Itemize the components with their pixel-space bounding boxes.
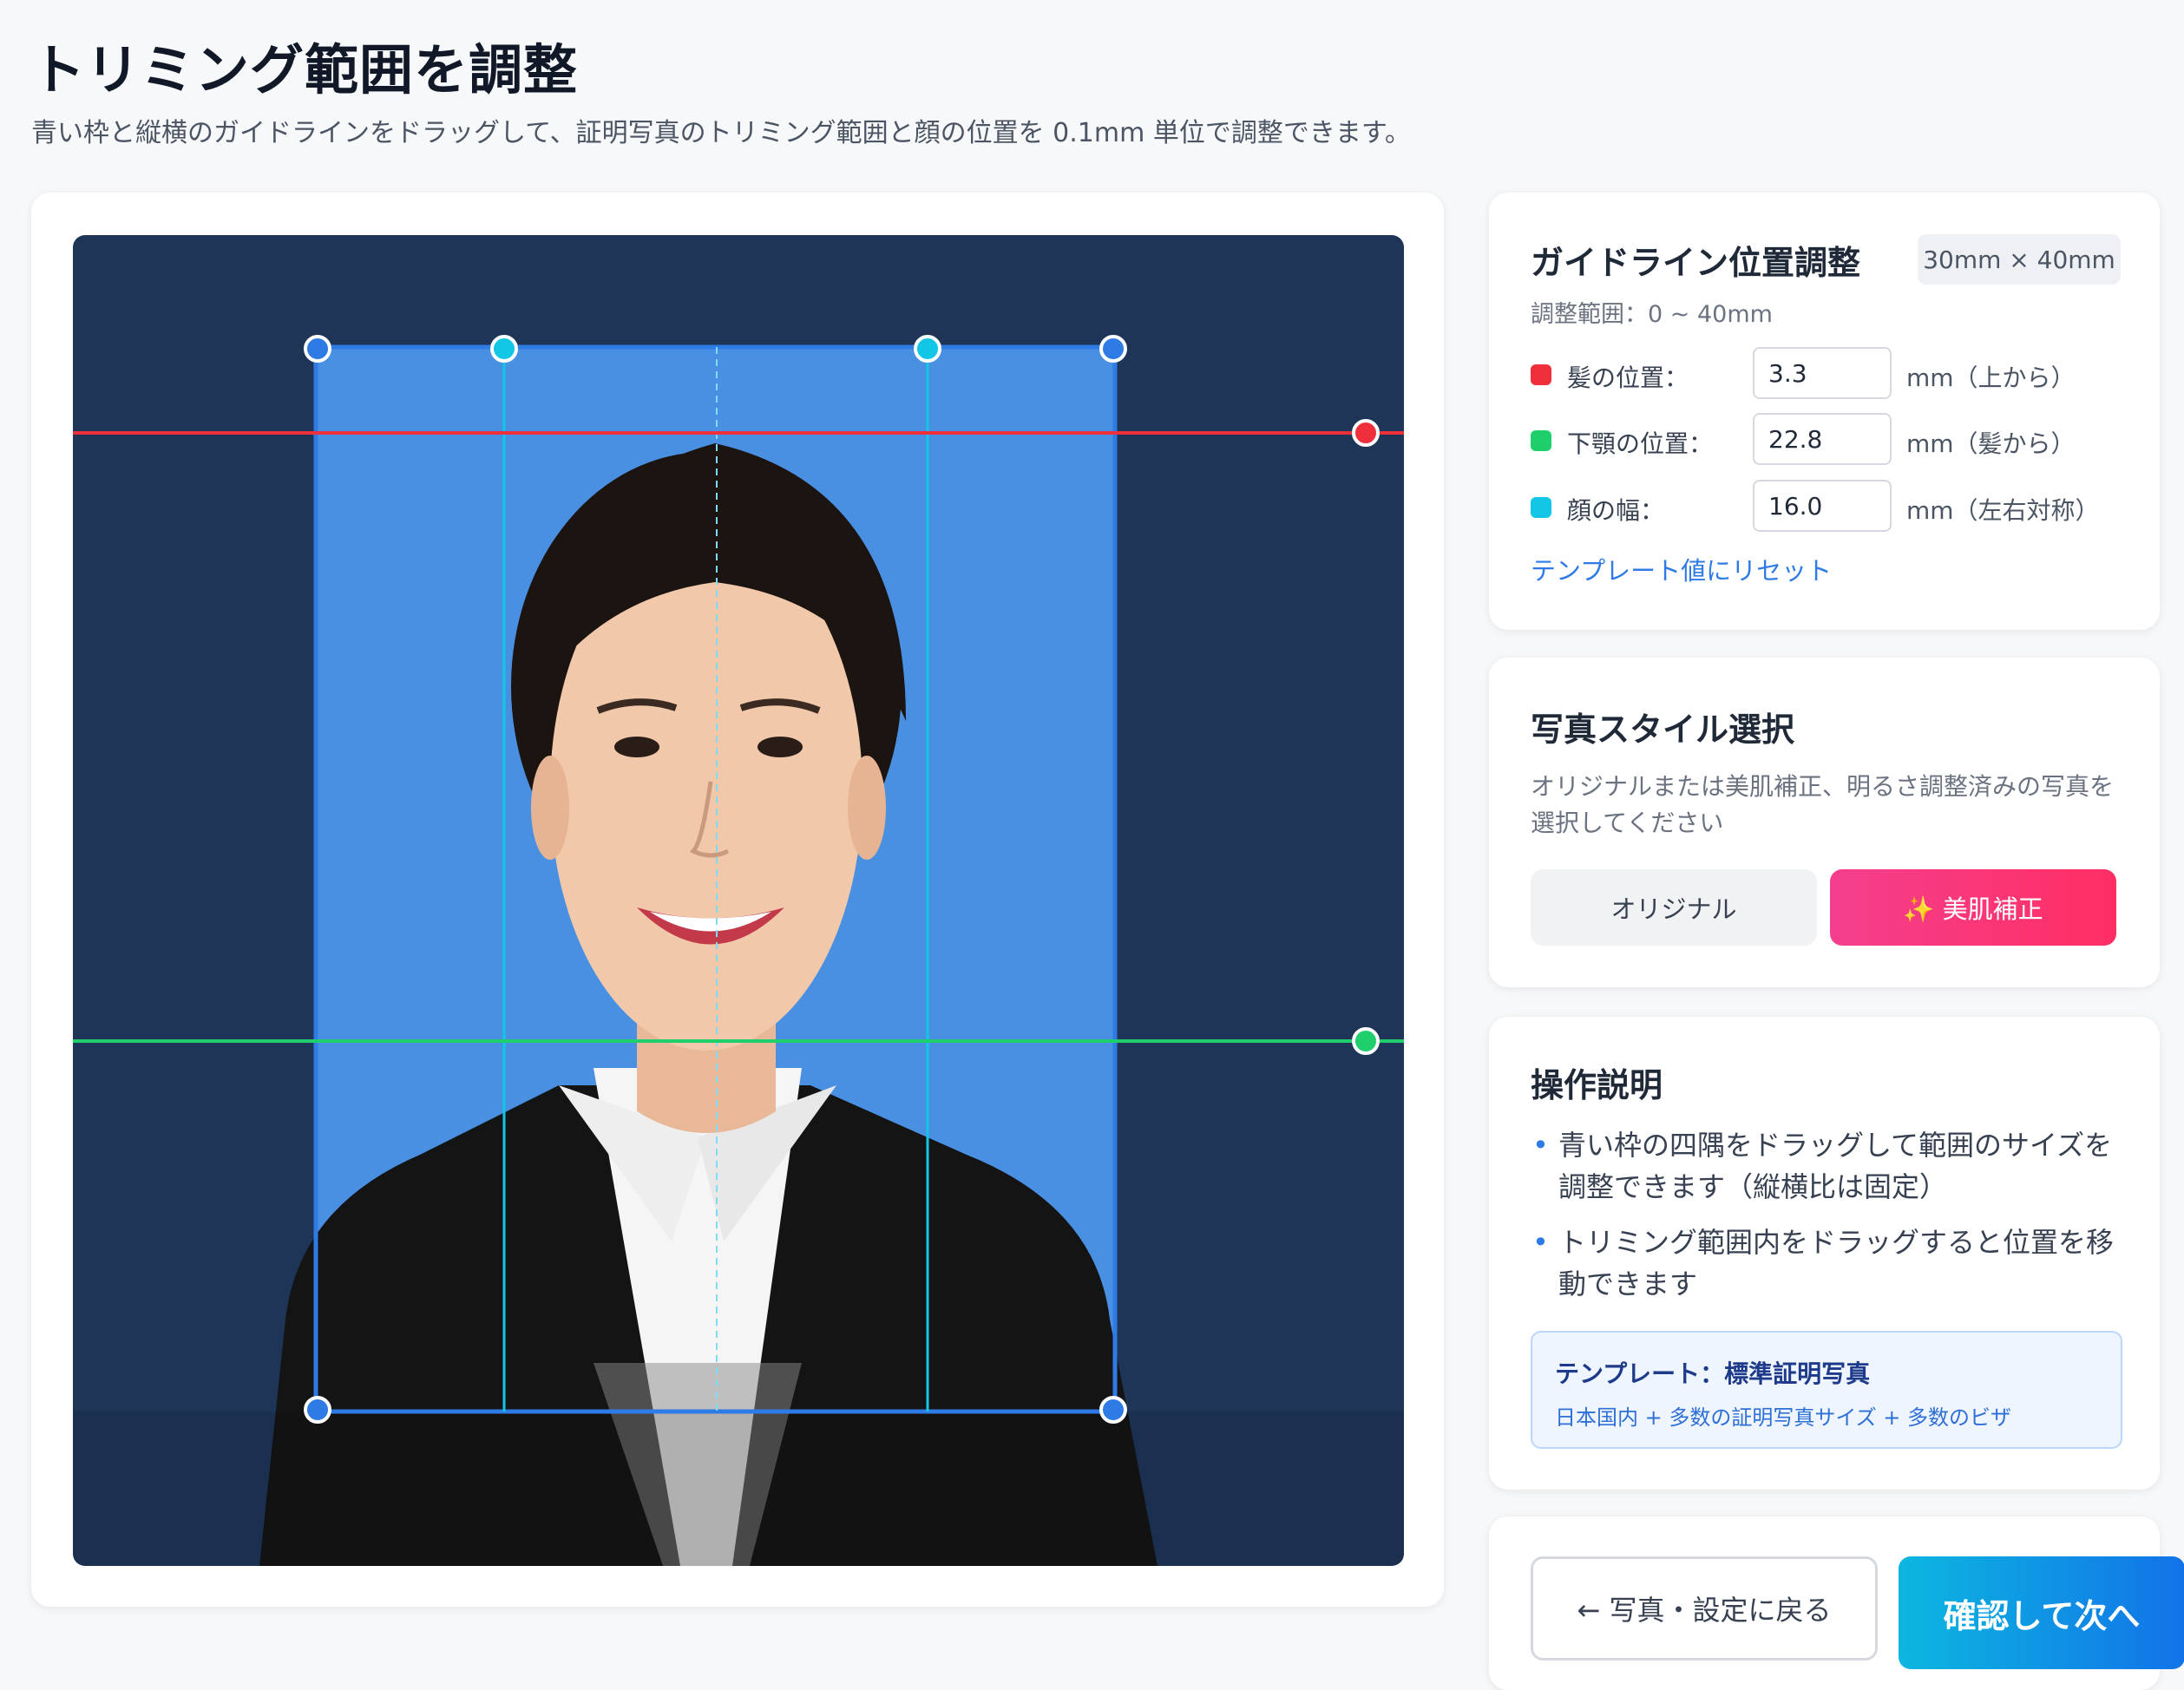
face-width-handle-right[interactable] (914, 335, 941, 363)
page-title: トリミング範囲を調整 (31, 38, 579, 102)
reset-template-link[interactable]: テンプレート値にリセット (1531, 551, 1832, 587)
photo-style-panel: 写真スタイル選択 オリジナルまたは美肌補正、明るさ調整済みの写真を選択してくださ… (1489, 658, 2160, 987)
face-width-unit: mm（左右対称） (1906, 496, 2100, 525)
size-badge: 30mm × 40mm (1918, 234, 2121, 285)
page-subtitle: 青い枠と縦横のガイドラインをドラッグして、証明写真のトリミング範囲と顔の位置を … (31, 118, 1411, 148)
crop-handle-bottom-right[interactable] (1099, 1396, 1127, 1424)
hair-line-handle[interactable] (1352, 419, 1380, 447)
guideline-panel: ガイドライン位置調整 30mm × 40mm 調整範囲：0 ~ 40mm 髪の位… (1489, 193, 2160, 630)
beauty-style-button[interactable]: ✨ 美肌補正 (1830, 869, 2116, 946)
hair-position-row: 髪の位置： mm（上から） (1531, 347, 2138, 403)
hair-position-label: 髪の位置： (1567, 364, 1689, 392)
chin-position-row: 下顎の位置： mm（髪から） (1531, 413, 2138, 468)
instructions-title: 操作説明 (1531, 1066, 1663, 1104)
hair-position-unit: mm（上から） (1906, 364, 2076, 392)
hair-color-dot (1531, 364, 1551, 385)
crop-handle-bottom-left[interactable] (304, 1396, 331, 1424)
crop-canvas[interactable] (73, 235, 1404, 1566)
template-title: テンプレート：標準証明写真 (1555, 1359, 1871, 1388)
chin-color-dot (1531, 430, 1551, 451)
face-width-row: 顔の幅： mm（左右対称） (1531, 480, 2138, 535)
bullet-icon: • (1532, 1226, 1549, 1259)
face-width-color-dot (1531, 497, 1551, 518)
crop-handle-top-right[interactable] (1099, 335, 1127, 363)
action-panel: ← 写真・設定に戻る 確認して次へ (1489, 1516, 2184, 1690)
bullet-icon: • (1532, 1129, 1549, 1162)
back-button[interactable]: ← 写真・設定に戻る (1531, 1556, 1878, 1661)
face-width-handle-left[interactable] (490, 335, 518, 363)
instruction-text: トリミング範囲内をドラッグすると位置を移動できます (1558, 1226, 2115, 1300)
hair-position-input[interactable] (1753, 347, 1892, 399)
instruction-text: 青い枠の四隅をドラッグして範囲のサイズを調整できます（縦横比は固定） (1558, 1129, 2113, 1203)
chin-position-unit: mm（髪から） (1906, 429, 2076, 458)
template-info-box: テンプレート：標準証明写真 日本国内 + 多数の証明写真サイズ + 多数のビザ (1531, 1331, 2122, 1449)
instruction-item: • トリミング範囲内をドラッグすると位置を移動できます (1531, 1222, 2129, 1305)
instruction-item: • 青い枠の四隅をドラッグして範囲のサイズを調整できます（縦横比は固定） (1531, 1124, 2129, 1208)
template-subtitle: 日本国内 + 多数の証明写真サイズ + 多数のビザ (1555, 1405, 2012, 1430)
chin-position-label: 下顎の位置： (1567, 429, 1714, 458)
instructions-list: • 青い枠の四隅をドラッグして範囲のサイズを調整できます（縦横比は固定） • トリミ… (1531, 1124, 2129, 1319)
chin-line-handle[interactable] (1352, 1027, 1380, 1055)
chin-position-input[interactable] (1753, 413, 1892, 465)
guideline-panel-title: ガイドライン位置調整 (1531, 244, 1861, 282)
photo-style-description: オリジナルまたは美肌補正、明るさ調整済みの写真を選択してください (1531, 772, 2115, 837)
face-width-input[interactable] (1753, 480, 1892, 532)
range-text: 調整範囲：0 ~ 40mm (1531, 301, 1773, 328)
crop-editor-svg (73, 335, 1404, 1566)
instructions-panel: 操作説明 • 青い枠の四隅をドラッグして範囲のサイズを調整できます（縦横比は固定）… (1489, 1017, 2160, 1490)
original-style-button[interactable]: オリジナル (1531, 869, 1817, 946)
face-width-label: 顔の幅： (1567, 496, 1665, 525)
crop-handle-top-left[interactable] (304, 335, 331, 363)
photo-style-title: 写真スタイル選択 (1531, 711, 1795, 749)
confirm-next-button[interactable]: 確認して次へ (1899, 1556, 2184, 1669)
